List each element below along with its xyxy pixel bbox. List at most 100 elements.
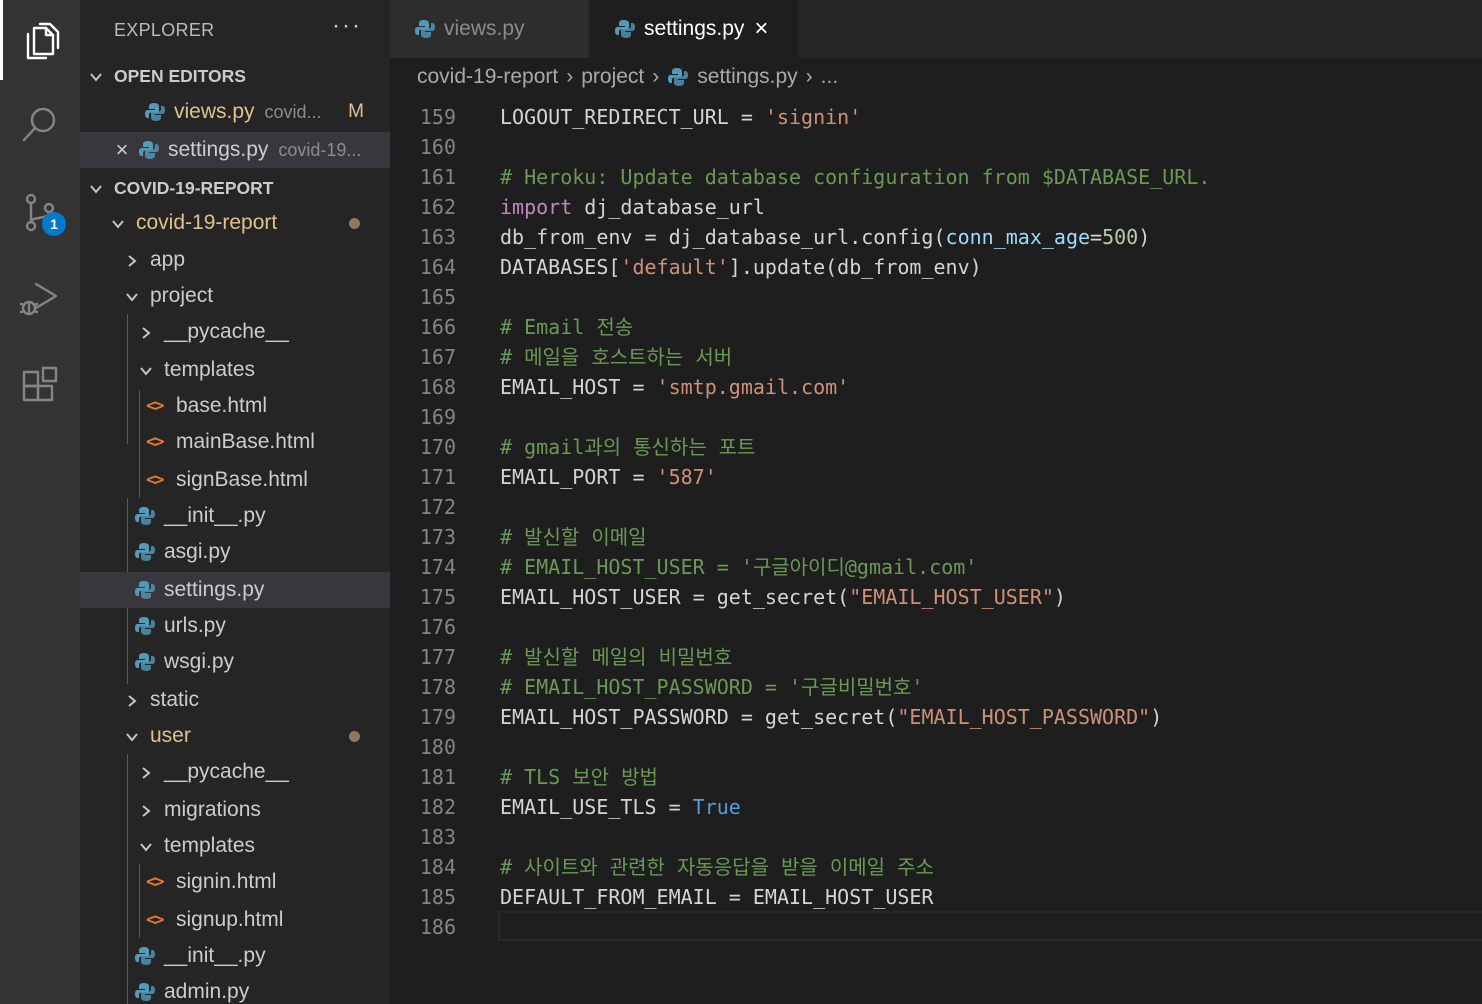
open-editor-views[interactable]: views.py covid... M — [80, 94, 390, 130]
line-number: 183 — [419, 825, 456, 849]
code-line[interactable]: # TLS 보안 방법 — [500, 762, 658, 792]
code-token: ) — [1150, 705, 1163, 729]
folder-user-pycache[interactable]: __pycache__ — [80, 754, 390, 790]
code-token: ) — [1138, 225, 1151, 249]
code-token: db_from_env = dj_database_url.config( — [500, 225, 946, 249]
breadcrumb: covid-19-report › project › settings.py … — [390, 58, 1482, 96]
breadcrumb-symbol[interactable]: ... — [821, 65, 839, 89]
code-line[interactable]: # EMAIL_HOST_USER = '구글아이디@gmail.com' — [500, 552, 977, 582]
chevron-down-icon — [86, 66, 106, 87]
file-signin-html[interactable]: <> signin.html — [80, 864, 390, 900]
tab-settings-py[interactable]: settings.py × — [590, 0, 798, 58]
tab-label: settings.py — [644, 17, 745, 40]
file-urls-py[interactable]: urls.py — [80, 608, 390, 644]
tree-item-label: urls.py — [164, 614, 226, 637]
chevron-down-icon — [136, 836, 156, 857]
file-base-html[interactable]: <> base.html — [80, 388, 390, 424]
tree-item-label: wsgi.py — [164, 650, 235, 673]
explorer-button[interactable] — [0, 0, 80, 80]
code-token: # EMAIL_HOST_USER = '구글아이디@gmail.com' — [500, 555, 978, 579]
code-line[interactable]: # 발신할 메일의 비밀번호 — [500, 642, 732, 672]
file-signup-html[interactable]: <> signup.html — [80, 902, 390, 938]
code-line[interactable]: EMAIL_PORT = '587' — [500, 462, 717, 492]
code-line[interactable]: EMAIL_HOST_USER = get_secret("EMAIL_HOST… — [500, 582, 1066, 612]
close-icon[interactable]: × — [112, 137, 132, 163]
breadcrumb-root[interactable]: covid-19-report — [417, 65, 558, 89]
tab-close-icon[interactable]: × — [754, 15, 768, 43]
file-user-init-py[interactable]: __init__.py — [80, 938, 390, 974]
file-admin-py[interactable]: admin.py — [80, 974, 390, 1004]
code-line[interactable]: EMAIL_HOST_PASSWORD = get_secret("EMAIL_… — [500, 702, 1162, 732]
line-number: 179 — [419, 705, 456, 729]
file-mainbase-html[interactable]: <> mainBase.html — [80, 424, 390, 460]
chevron-right-icon — [122, 250, 142, 271]
search-button[interactable] — [0, 84, 80, 164]
code-line[interactable]: # Heroku: Update database configuration … — [500, 162, 1210, 192]
activity-bar: 1 — [0, 0, 80, 1004]
code-line[interactable]: DATABASES['default'].update(db_from_env) — [500, 252, 982, 282]
code-line[interactable]: # 메일을 호스트하는 서버 — [500, 342, 732, 372]
extensions-button[interactable] — [0, 346, 80, 426]
tree-item-label: app — [150, 248, 186, 271]
modified-dot — [349, 730, 360, 742]
file-asgi-py[interactable]: asgi.py — [80, 534, 390, 570]
folder-app[interactable]: app — [80, 242, 390, 278]
line-number: 174 — [419, 555, 456, 579]
code-token: # TLS 보안 방법 — [500, 765, 658, 789]
open-editor-settings[interactable]: × settings.py covid-19... — [80, 132, 390, 168]
code-line[interactable]: # 사이트와 관련한 자동응답을 받을 이메일 주소 — [500, 852, 934, 882]
chevron-down-icon — [122, 726, 142, 747]
chevron-right-icon — [136, 800, 156, 821]
folder-static[interactable]: static — [80, 682, 390, 718]
tree-item-label: admin.py — [164, 980, 250, 1003]
python-file-icon — [135, 983, 155, 1001]
line-number: 171 — [419, 465, 456, 489]
code-line[interactable]: # EMAIL_HOST_PASSWORD = '구글비밀번호' — [500, 672, 923, 702]
breadcrumb-folder[interactable]: project — [581, 65, 644, 89]
folder-project[interactable]: project — [80, 278, 390, 314]
chevron-right-icon: › — [805, 65, 813, 88]
code-line[interactable]: # gmail과의 통신하는 포트 — [500, 432, 756, 462]
file-init-py[interactable]: __init__.py — [80, 498, 390, 534]
project-header[interactable]: COVID-19-REPORT — [80, 170, 390, 206]
folder-migrations[interactable]: migrations — [80, 792, 390, 828]
explorer-title: EXPLORER — [114, 20, 215, 40]
html-file-icon: <> — [146, 470, 164, 490]
source-control-badge: 1 — [42, 212, 66, 236]
code-line[interactable]: # 발신할 이메일 — [500, 522, 647, 552]
open-editors-header[interactable]: OPEN EDITORS — [80, 58, 390, 94]
file-settings-py[interactable]: settings.py — [80, 572, 390, 608]
run-debug-button[interactable] — [0, 258, 80, 338]
more-actions-icon[interactable]: ··· — [332, 12, 362, 40]
tab-views-py[interactable]: views.py — [390, 0, 588, 58]
folder-templates[interactable]: templates — [80, 352, 390, 388]
line-number: 160 — [419, 135, 456, 159]
python-file-icon — [135, 653, 155, 671]
tab-label: views.py — [444, 17, 525, 40]
python-file-icon — [415, 20, 435, 38]
python-file-icon — [145, 103, 165, 121]
code-token: EMAIL_PORT = — [500, 465, 657, 489]
html-file-icon: <> — [146, 872, 164, 892]
file-wsgi-py[interactable]: wsgi.py — [80, 644, 390, 680]
code-line[interactable]: db_from_env = dj_database_url.config(con… — [500, 222, 1150, 252]
folder-user-templates[interactable]: templates — [80, 828, 390, 864]
code-token: # gmail과의 통신하는 포트 — [500, 435, 756, 459]
folder-pycache[interactable]: __pycache__ — [80, 314, 390, 350]
code-line[interactable]: import dj_database_url — [500, 192, 765, 222]
code-line[interactable]: LOGOUT_REDIRECT_URL = 'signin' — [500, 102, 861, 132]
file-signbase-html[interactable]: <> signBase.html — [80, 462, 390, 498]
folder-covid-19-report[interactable]: covid-19-report — [80, 205, 390, 241]
chevron-right-icon — [136, 762, 156, 783]
tree-item-label: __init__.py — [164, 944, 266, 967]
code-line[interactable]: EMAIL_HOST = 'smtp.gmail.com' — [500, 372, 849, 402]
code-line[interactable]: EMAIL_USE_TLS = True — [500, 792, 741, 822]
breadcrumb-file[interactable]: settings.py — [697, 65, 797, 89]
code-line[interactable]: # Email 전송 — [500, 312, 633, 342]
folder-user[interactable]: user — [80, 718, 390, 754]
python-file-icon — [139, 141, 159, 159]
source-control-button[interactable]: 1 — [0, 172, 80, 252]
code-editor[interactable]: 159 LOGOUT_REDIRECT_URL = 'signin' 160 161 #… — [390, 96, 1482, 1004]
code-line[interactable]: DEFAULT_FROM_EMAIL = EMAIL_HOST_USER — [500, 882, 933, 912]
code-token: ].update(db_from_env) — [728, 255, 982, 279]
